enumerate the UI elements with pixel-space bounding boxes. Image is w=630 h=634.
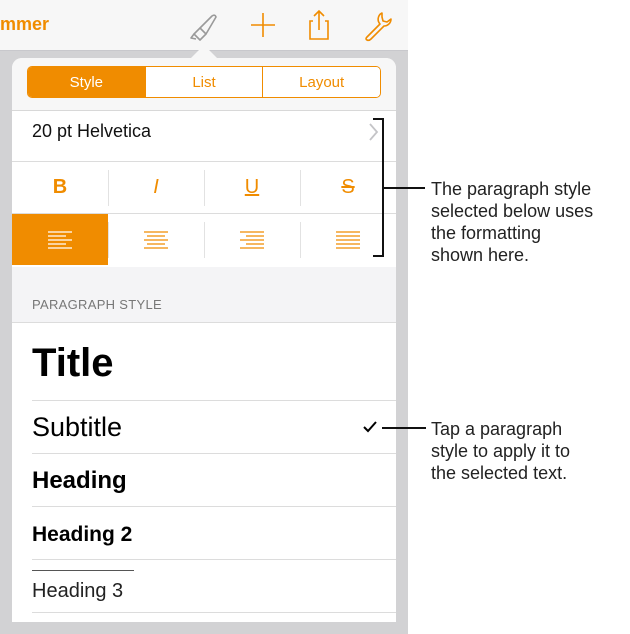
tab-list[interactable]: List (144, 67, 263, 97)
align-left-icon (48, 230, 72, 249)
style-item-label: Heading (32, 467, 127, 494)
style-item-heading-3[interactable]: Heading 3 (12, 561, 396, 613)
checkmark-icon (362, 420, 378, 439)
style-item-label: Title (32, 341, 114, 385)
align-justify-icon (336, 230, 360, 249)
italic-button[interactable]: I (108, 162, 204, 212)
tab-style[interactable]: Style (28, 67, 145, 97)
share-icon[interactable] (302, 8, 336, 42)
align-left-button[interactable] (12, 214, 108, 265)
callout-text-paragraph: Tap a paragraph style to apply it to the… (431, 418, 570, 484)
divider (32, 559, 396, 560)
callout-line: style to apply it to (431, 441, 571, 461)
callout-bracket-bottom (373, 255, 384, 257)
popover-header: Style List Layout (12, 58, 396, 111)
callout-line: selected below uses (431, 201, 594, 221)
callout-leader-line (382, 427, 426, 429)
callout-text-formatting: The paragraph style selected below uses … (431, 178, 593, 266)
divider (32, 506, 396, 507)
paragraph-style-section-header: PARAGRAPH STYLE (12, 267, 396, 323)
paintbrush-icon[interactable] (186, 8, 220, 42)
tab-layout[interactable]: Layout (262, 67, 380, 97)
callout-line: the formatting (431, 223, 542, 243)
text-format-row: B I U S (12, 162, 396, 214)
format-popover: Style List Layout 20 pt Helvetica B I U … (12, 58, 396, 622)
popover-arrow (190, 45, 218, 59)
align-center-button[interactable] (108, 214, 204, 265)
style-item-heading[interactable]: Heading (12, 455, 396, 507)
style-item-label: Heading 2 (32, 523, 133, 546)
align-center-icon (144, 230, 168, 249)
align-right-button[interactable] (204, 214, 300, 265)
divider (32, 612, 396, 613)
document-title[interactable]: mmer (0, 14, 49, 35)
callout-line: Tap a paragraph (431, 419, 563, 439)
style-item-heading-2[interactable]: Heading 2 (12, 508, 396, 560)
callout-line: shown here. (431, 245, 530, 265)
tab-bar: Style List Layout (27, 66, 381, 98)
alignment-row (12, 214, 396, 266)
callout-line: the selected text. (431, 463, 568, 483)
style-item-label: Heading 3 (32, 580, 124, 602)
style-item-title[interactable]: Title (12, 323, 396, 401)
section-label: PARAGRAPH STYLE (32, 297, 162, 312)
style-item-label: Subtitle (32, 412, 123, 442)
chevron-right-icon (368, 121, 380, 148)
callout-leader-line (383, 187, 425, 189)
toolbar: mmer (0, 0, 408, 51)
font-row[interactable]: 20 pt Helvetica (12, 111, 396, 162)
plus-icon[interactable] (246, 8, 280, 42)
align-right-icon (240, 230, 264, 249)
divider (32, 400, 396, 401)
underline-button[interactable]: U (204, 162, 300, 212)
font-name: 20 pt Helvetica (32, 121, 152, 141)
divider (32, 453, 396, 454)
callout-line: The paragraph style (431, 179, 592, 199)
heading-rule (32, 570, 134, 571)
bold-button[interactable]: B (12, 162, 108, 212)
style-item-subtitle[interactable]: Subtitle (12, 402, 396, 454)
wrench-icon[interactable] (360, 8, 394, 42)
